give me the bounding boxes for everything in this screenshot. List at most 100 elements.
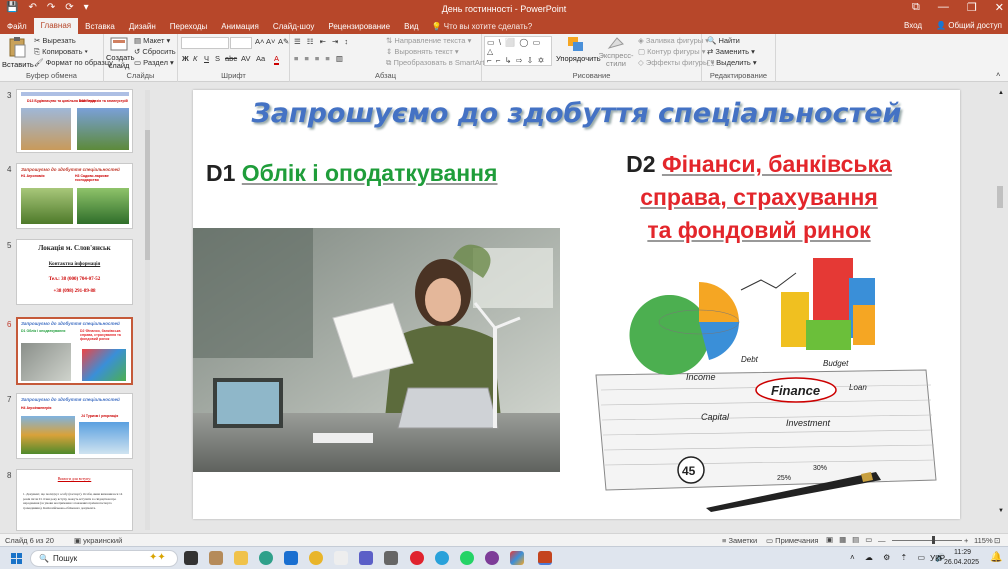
outlook-icon[interactable] xyxy=(284,551,298,565)
opera-icon[interactable] xyxy=(410,551,424,565)
zoom-slider[interactable] xyxy=(892,540,962,541)
copy-button[interactable]: ⎘ Копировать ▾ xyxy=(34,47,88,57)
clear-format-button[interactable]: A✎ xyxy=(278,37,289,46)
clock-time[interactable]: 11:29 xyxy=(954,549,971,556)
scroll-thumb[interactable] xyxy=(997,186,1003,208)
thumbnail-slide-5[interactable]: Локація м. Слов'янськ Контактна інформац… xyxy=(16,239,133,305)
quick-styles-button[interactable]: Экспресс-стили xyxy=(596,36,636,68)
zoom-out-button[interactable]: — xyxy=(878,536,886,545)
tab-slideshow[interactable]: Слайд-шоу xyxy=(266,19,321,34)
share-button[interactable]: 👤 Общий доступ xyxy=(936,21,1002,30)
underline-button[interactable]: Ч xyxy=(204,54,209,63)
notifications-icon[interactable]: 🔔 xyxy=(990,552,1002,563)
zoom-in-button[interactable]: + xyxy=(964,536,968,545)
notes-button[interactable]: ≡ Заметки xyxy=(722,536,757,545)
thumbnail-slide-3[interactable]: D13 Будівництво та цивільна інженерія D1… xyxy=(16,89,133,153)
paste-button[interactable]: Вставить xyxy=(2,36,34,69)
zoom-level[interactable]: 115% xyxy=(974,536,993,545)
tab-review[interactable]: Рецензирование xyxy=(321,19,397,34)
chrome-icon[interactable] xyxy=(309,551,323,565)
gallery-icon[interactable] xyxy=(510,551,524,565)
section-button[interactable]: ▭ Раздел ▾ xyxy=(134,58,174,67)
tab-file[interactable]: Файл xyxy=(0,19,34,34)
text-direction-button[interactable]: ⇅ Направление текста ▾ xyxy=(386,36,471,45)
comments-button[interactable]: ▭ Примечания xyxy=(766,536,818,545)
tab-animations[interactable]: Анимация xyxy=(214,19,266,34)
windows-start-icon[interactable] xyxy=(11,553,22,564)
language-indicator[interactable]: ▣ украинский xyxy=(74,536,122,545)
scroll-thumb[interactable] xyxy=(145,130,150,260)
slide-title[interactable]: Запрошуємо до здобуття спеціальностей xyxy=(193,98,960,129)
view-buttons[interactable]: ▣▦▤▭ xyxy=(826,535,878,544)
telegram-icon[interactable] xyxy=(435,551,449,565)
tab-insert[interactable]: Вставка xyxy=(78,19,122,34)
smartart-button[interactable]: ⧉ Преобразовать в SmartArt ▾ xyxy=(386,58,490,68)
slide-scrollbar[interactable]: ▲ ▼ xyxy=(996,90,1004,530)
whatsapp-icon[interactable] xyxy=(460,551,474,565)
zoom-slider-thumb[interactable] xyxy=(932,536,935,544)
case-button[interactable]: Aa xyxy=(256,54,265,63)
clock-date[interactable]: 26.04.2025 xyxy=(944,559,979,566)
scroll-down-icon[interactable]: ▼ xyxy=(998,508,1004,514)
left-heading[interactable]: D1 Облік і оподаткування xyxy=(206,160,497,187)
shapes-gallery[interactable]: ▭ \ ⬜ ◯ ▭ △ ⌐ ⌐ ↳ ⇨ ⇩ ✡ ⌇ ⌒ ◠ { } ☆ xyxy=(484,36,552,66)
tab-design[interactable]: Дизайн xyxy=(122,19,163,34)
shape-fill-button[interactable]: ◈ Заливка фигуры ▾ xyxy=(638,36,709,45)
right-heading[interactable]: D2 Фінанси, банківська справа, страхуван… xyxy=(589,148,929,247)
list-buttons[interactable]: ☰ ☷ ⇤ ⇥ ↕ xyxy=(294,37,350,46)
widgets-icon[interactable] xyxy=(209,551,223,565)
signin-link[interactable]: Вход xyxy=(904,21,922,30)
italic-button[interactable]: К xyxy=(193,54,197,63)
task-view-icon[interactable] xyxy=(184,551,198,565)
find-button[interactable]: 🔍 Найти xyxy=(707,36,740,45)
accountant-photo[interactable] xyxy=(193,228,560,472)
maximize-button[interactable]: ❐ xyxy=(967,1,977,14)
teams-icon[interactable] xyxy=(359,551,373,565)
thumbnail-scrollbar[interactable] xyxy=(145,90,150,530)
align-text-button[interactable]: ⇕ Выровнять текст ▾ xyxy=(386,47,459,56)
bold-button[interactable]: Ж xyxy=(182,54,189,63)
font-color-button[interactable]: A xyxy=(274,54,280,65)
strike-button[interactable]: abc xyxy=(225,54,237,63)
font-size-box[interactable] xyxy=(230,37,252,49)
thumbnail-slide-7[interactable]: Запрошуємо до здобуття спеціальностей H4… xyxy=(16,393,133,459)
thumbnail-slide-4[interactable]: Запрошуємо до здобуття спеціальностей H1… xyxy=(16,163,133,229)
font-name-box[interactable] xyxy=(181,37,229,49)
thumbnail-slide-6[interactable]: Запрошуємо до здобуття спеціальностей D1… xyxy=(16,317,133,385)
shadow-button[interactable]: S xyxy=(215,54,220,63)
finance-infographic[interactable]: Finance Debt Income Budget Loan Capital … xyxy=(591,250,941,515)
powerpoint-icon[interactable] xyxy=(538,551,552,565)
file-explorer-icon[interactable] xyxy=(234,551,248,565)
tab-view[interactable]: Вид xyxy=(397,19,425,34)
minimize-button[interactable]: — xyxy=(938,1,949,14)
current-slide[interactable]: Запрошуємо до здобуття спеціальностей D1… xyxy=(193,90,960,519)
replace-button[interactable]: ⇄ Заменить ▾ xyxy=(707,47,755,56)
reset-button[interactable]: ↺ Сбросить xyxy=(134,47,176,56)
app-icon[interactable] xyxy=(334,551,348,565)
viber-icon[interactable] xyxy=(485,551,499,565)
cut-button[interactable]: ✂ Вырезать xyxy=(34,36,76,45)
select-button[interactable]: ⬚ Выделить ▾ xyxy=(707,58,757,67)
ribbon-display-icon[interactable]: ⧉ xyxy=(912,1,920,14)
keyboard-language[interactable]: УКР xyxy=(930,554,945,563)
font-grow-button[interactable]: A˄ xyxy=(255,37,264,46)
calculator-icon[interactable] xyxy=(384,551,398,565)
taskbar-search-box[interactable]: 🔍 Пошук ✦✦ xyxy=(30,550,178,567)
fit-slide-icon[interactable]: ⊡ xyxy=(994,536,1000,545)
close-button[interactable]: ✕ xyxy=(995,1,1004,14)
layout-button[interactable]: ▤ Макет ▾ xyxy=(134,36,170,45)
arrange-button[interactable]: Упорядочить xyxy=(556,36,601,63)
collapse-ribbon-icon[interactable]: ˄ xyxy=(996,70,1000,79)
thumbnail-slide-8[interactable]: Вимоги для вступу: 1. Документ, що посві… xyxy=(16,469,133,531)
align-buttons[interactable]: ≡ ≡ ≡ ≡ ▥ xyxy=(294,54,345,63)
new-slide-button[interactable]: Создать слайд xyxy=(106,36,135,70)
spacing-button[interactable]: AV xyxy=(241,54,250,63)
scroll-up-icon[interactable]: ▲ xyxy=(998,90,1004,96)
shape-outline-button[interactable]: ▢ Контур фигуры ▾ xyxy=(638,47,705,56)
format-painter-button[interactable]: 🖌 Формат по образцу xyxy=(34,58,113,67)
tell-me-box[interactable]: 💡 Что вы хотите сделать? xyxy=(426,22,539,31)
tab-transitions[interactable]: Переходы xyxy=(163,19,215,34)
tab-home[interactable]: Главная xyxy=(33,18,79,34)
font-shrink-button[interactable]: A˅ xyxy=(266,37,275,46)
edge-icon[interactable] xyxy=(259,551,273,565)
